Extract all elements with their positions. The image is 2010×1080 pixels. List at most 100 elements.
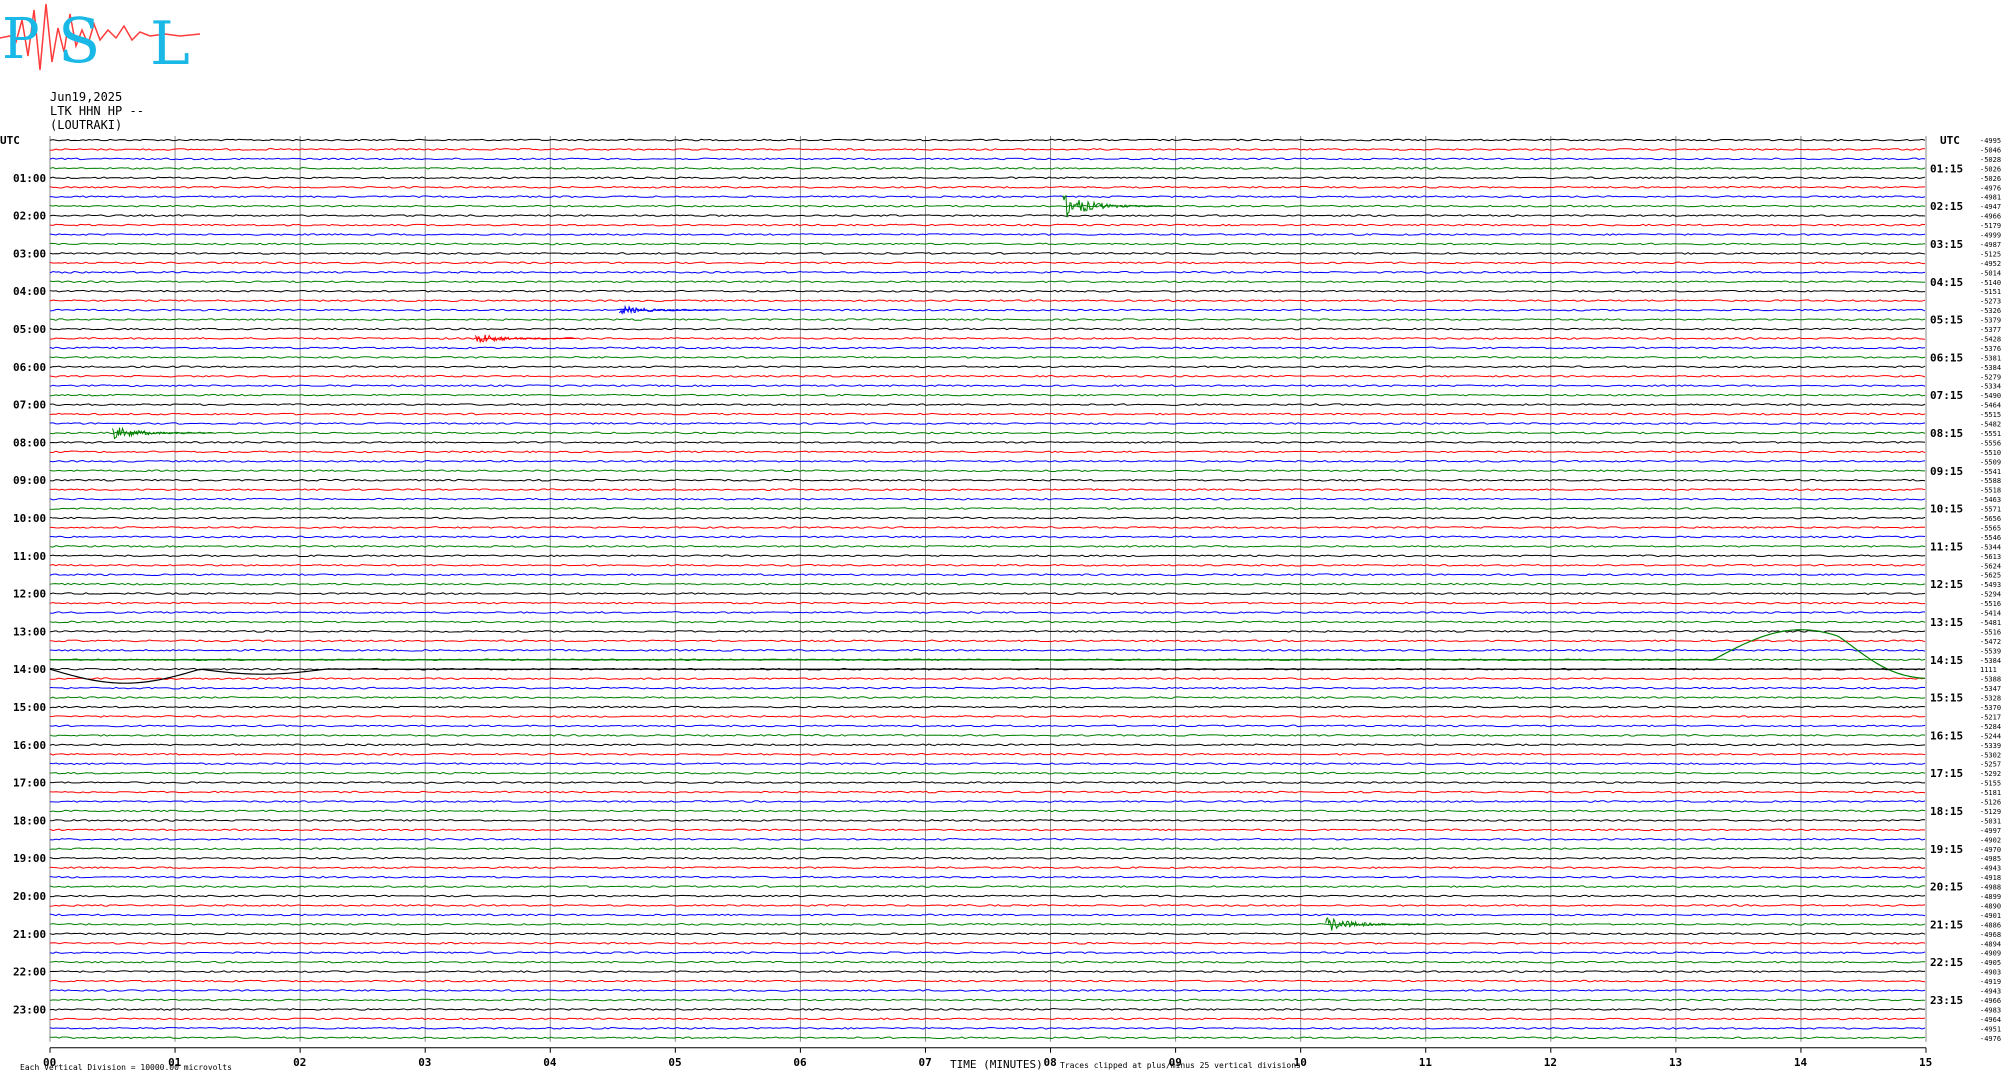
trace-line xyxy=(49,875,1926,879)
trace-line xyxy=(49,696,1926,699)
right-hour-label: 04:15 xyxy=(1930,276,1963,289)
trace-line xyxy=(49,771,1926,775)
trace-line xyxy=(49,989,1926,992)
trace-offset-label: -5294 xyxy=(1980,591,2001,599)
trace-line xyxy=(49,923,1926,926)
left-hour-label: 14:00 xyxy=(13,663,46,676)
trace-line xyxy=(49,289,1926,293)
trace-offset-label: -5370 xyxy=(1980,704,2001,712)
trace-line xyxy=(49,148,1926,151)
trace-line xyxy=(49,233,1926,236)
trace-offset-label: -5541 xyxy=(1980,468,2001,476)
trace-offset-label: -5126 xyxy=(1980,799,2001,807)
trace-offset-label: -5493 xyxy=(1980,581,2001,589)
left-hour-label: 18:00 xyxy=(13,814,46,827)
x-tick-label: 12 xyxy=(1544,1056,1557,1069)
left-hour-label: 12:00 xyxy=(13,588,46,601)
trace-line xyxy=(49,261,1926,265)
trace-offset-label: -4899 xyxy=(1980,893,2001,901)
trace-line xyxy=(49,393,1926,397)
left-hour-label: 20:00 xyxy=(13,890,46,903)
left-hour-label: 15:00 xyxy=(13,701,46,714)
trace-line xyxy=(49,545,1926,548)
trace-line xyxy=(49,705,1926,709)
trace-line xyxy=(49,554,1926,558)
trace-offset-label: -5244 xyxy=(1980,732,2001,740)
trace-line xyxy=(49,828,1926,832)
right-hour-label: 09:15 xyxy=(1930,465,1963,478)
trace-offset-label: -4890 xyxy=(1980,902,2001,910)
trace-offset-label: -5464 xyxy=(1980,402,2001,410)
trace-offset-label: -5026 xyxy=(1980,175,2001,183)
trace-offset-label: -5428 xyxy=(1980,335,2001,343)
trace-line xyxy=(49,223,1926,227)
trace-offset-label: -4999 xyxy=(1980,232,2001,240)
trace-line xyxy=(49,459,1926,463)
trace-line xyxy=(49,894,1926,898)
trace-offset-label: -4985 xyxy=(1980,855,2001,863)
trace-offset-label: 1111 xyxy=(1980,666,1997,674)
trace-line xyxy=(49,422,1926,425)
trace-line xyxy=(49,809,1926,813)
location-label: (LOUTRAKI) xyxy=(50,118,123,132)
trace-line xyxy=(49,752,1926,756)
trace-line xyxy=(49,488,1926,491)
right-hour-label: 05:15 xyxy=(1930,314,1963,327)
trace-offset-label: -4981 xyxy=(1980,194,2001,202)
trace-offset-label: -4947 xyxy=(1980,203,2001,211)
x-tick-label: 13 xyxy=(1669,1056,1682,1069)
trace-offset-label: -5588 xyxy=(1980,477,2001,485)
longperiod-wave-trace xyxy=(49,668,1925,684)
trace-offset-label: -4919 xyxy=(1980,978,2001,986)
trace-offset-label: -5155 xyxy=(1980,780,2001,788)
right-hour-label: 19:15 xyxy=(1930,843,1963,856)
left-axis-label: UTC xyxy=(0,134,20,147)
trace-line xyxy=(49,611,1926,614)
trace-offset-label: -5292 xyxy=(1980,770,2001,778)
trace-offset-label: -4964 xyxy=(1980,1016,2001,1024)
trace-line xyxy=(49,535,1926,539)
trace-line xyxy=(50,781,1926,784)
trace-line xyxy=(49,648,1926,652)
trace-offset-label: -5381 xyxy=(1980,354,2001,362)
trace-line xyxy=(49,185,1926,189)
trace-line xyxy=(49,337,1926,340)
trace-line xyxy=(49,374,1926,378)
helicorder-plot: UTC UTC 01:00 02:00 03:00 04:00 05:00 06:00 07:0… xyxy=(0,134,2001,1072)
right-hour-label: 11:15 xyxy=(1930,540,1963,553)
trace-line xyxy=(49,1008,1926,1011)
trace-line xyxy=(49,516,1926,520)
left-hour-label: 13:00 xyxy=(13,625,46,638)
trace-line xyxy=(49,847,1926,851)
psl-logo: P S L xyxy=(0,3,201,79)
right-hour-label: 13:15 xyxy=(1930,616,1963,629)
trace-line xyxy=(49,450,1926,454)
station-label: LTK HHN HP -- xyxy=(50,104,144,118)
trace-offset-label: -5217 xyxy=(1980,713,2001,721)
trace-offset-label: -4966 xyxy=(1980,997,2001,1005)
x-tick-label: 14 xyxy=(1794,1056,1808,1069)
trace-line xyxy=(49,856,1926,860)
trace-offset-label: -5344 xyxy=(1980,543,2001,551)
trace-line xyxy=(49,318,1926,321)
left-hour-label: 08:00 xyxy=(13,436,46,449)
svg-text:S: S xyxy=(58,4,100,77)
x-tick-label: 07 xyxy=(918,1056,931,1069)
x-tick-label: 02 xyxy=(293,1056,306,1069)
left-hour-label: 11:00 xyxy=(13,550,46,563)
trace-offset-label: -4997 xyxy=(1980,827,2001,835)
trace-line xyxy=(49,582,1926,586)
trace-line xyxy=(49,904,1926,907)
right-hour-label: 01:15 xyxy=(1930,162,1963,175)
trace-offset-label: -4968 xyxy=(1980,931,2001,939)
trace-line xyxy=(49,970,1926,973)
trace-offset-label: -4902 xyxy=(1980,836,2001,844)
trace-offset-label: -5046 xyxy=(1980,146,2001,154)
trace-offset-label: -5179 xyxy=(1980,222,2001,230)
left-hour-label: 07:00 xyxy=(13,399,46,412)
trace-line xyxy=(49,412,1926,416)
trace-line xyxy=(49,885,1926,888)
trace-offset-label: -5376 xyxy=(1980,345,2001,353)
x-tick-label: 08 xyxy=(1044,1056,1057,1069)
trace-offset-label: -5463 xyxy=(1980,496,2001,504)
